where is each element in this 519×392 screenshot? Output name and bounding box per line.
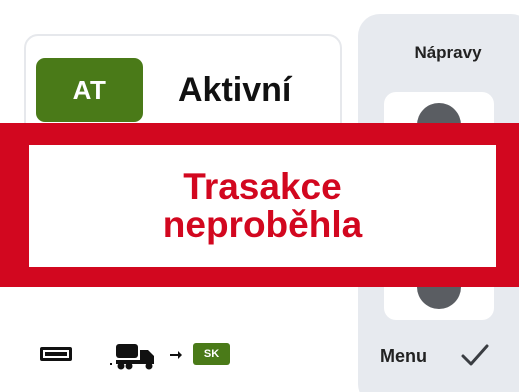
- card-icon: [40, 347, 72, 361]
- checkmark-icon[interactable]: [458, 340, 492, 370]
- country-status-badge: AT: [36, 58, 143, 122]
- device-screen: AT Aktivní Nápravy Menu SK Trasakce nepr…: [0, 0, 519, 392]
- country-code-label: AT: [72, 74, 107, 105]
- alert-message-line-2: neproběhla: [162, 204, 363, 245]
- truck-trailer-icon: [110, 344, 154, 370]
- alert-message: Trasakce neproběhla: [163, 168, 362, 244]
- arrow-right-icon: [170, 351, 182, 359]
- menu-button[interactable]: Menu: [380, 345, 427, 367]
- alert-message-line-1: Trasakce: [183, 166, 342, 207]
- axles-panel-title: Nápravy: [414, 43, 482, 62]
- target-country-badge: SK: [193, 343, 230, 365]
- alert-dialog: Trasakce neproběhla: [29, 145, 496, 267]
- status-label: Aktivní: [178, 71, 292, 109]
